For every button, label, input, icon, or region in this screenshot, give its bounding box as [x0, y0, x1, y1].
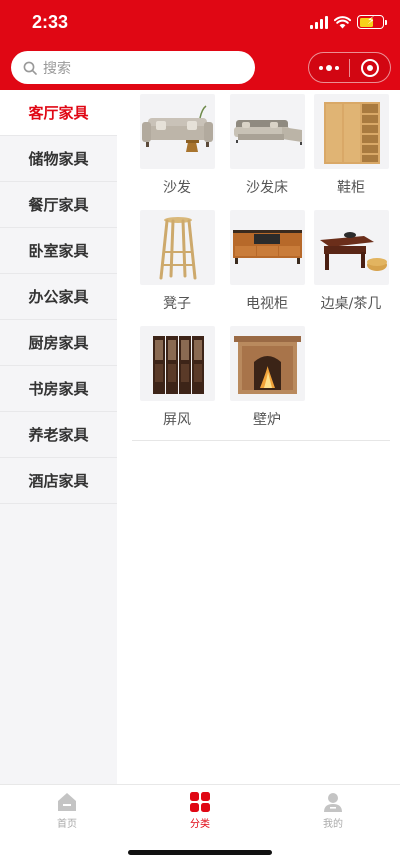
stool-image — [139, 210, 215, 285]
category-sidebar: 客厅家具 储物家具 餐厅家具 卧室家具 办公家具 厨房家具 书房家具 养老家具 … — [0, 90, 117, 784]
product-item-tv-cabinet[interactable]: 电视柜 — [222, 210, 312, 326]
product-item-sofa-bed[interactable]: 沙发床 — [222, 94, 312, 210]
tab-label: 首页 — [57, 819, 77, 830]
product-item-folding-screen[interactable]: 屏风 — [132, 326, 222, 442]
product-item-side-table[interactable]: 边桌/茶几 — [312, 210, 390, 326]
side-table-image — [313, 210, 389, 285]
sofa-bed-image — [229, 94, 305, 169]
product-item-sofa[interactable]: 沙发 — [132, 94, 222, 210]
tab-bar: 首页 分类 我的 — [0, 784, 400, 857]
sidebar-item-hotel[interactable]: 酒店家具 — [0, 458, 117, 504]
product-label: 沙发床 — [246, 180, 288, 196]
tab-category[interactable]: 分类 — [170, 791, 230, 830]
signal-icon — [310, 15, 328, 29]
category-icon — [190, 792, 210, 812]
target-icon — [360, 58, 379, 77]
product-label: 壁炉 — [253, 412, 281, 428]
sidebar-item-office[interactable]: 办公家具 — [0, 274, 117, 320]
sidebar-item-dining[interactable]: 餐厅家具 — [0, 182, 117, 228]
header: 2:33 ⚡ 搜索 — [0, 0, 400, 90]
product-label: 边桌/茶几 — [320, 296, 382, 312]
more-button[interactable] — [309, 53, 349, 82]
product-item-fireplace[interactable]: 壁炉 — [222, 326, 312, 442]
wifi-icon — [334, 15, 351, 28]
sidebar-item-living-room[interactable]: 客厅家具 — [0, 90, 117, 136]
miniprogram-capsule — [308, 52, 391, 83]
product-label: 沙发 — [163, 180, 191, 196]
sidebar-item-elderly[interactable]: 养老家具 — [0, 412, 117, 458]
search-bar[interactable]: 搜索 — [11, 51, 255, 84]
folding-screen-image — [139, 326, 215, 401]
tab-label: 分类 — [190, 819, 210, 830]
more-dots-icon — [319, 64, 339, 71]
tab-label: 我的 — [323, 819, 343, 830]
product-label: 凳子 — [163, 296, 191, 312]
home-indicator — [128, 850, 272, 855]
battery-icon: ⚡ — [357, 14, 387, 29]
fireplace-image — [229, 326, 305, 401]
sidebar-item-storage[interactable]: 储物家具 — [0, 136, 117, 182]
product-item-shoe-cabinet[interactable]: 鞋柜 — [312, 94, 390, 210]
sidebar-item-study[interactable]: 书房家具 — [0, 366, 117, 412]
shoe-cabinet-image — [313, 94, 389, 169]
home-icon — [58, 793, 76, 811]
divider — [132, 440, 390, 441]
product-grid: 沙发 沙发床 鞋柜 凳子 电视柜 边桌/茶几 屏风 壁炉 — [132, 94, 390, 442]
search-placeholder: 搜索 — [43, 60, 71, 77]
sofa-image — [139, 94, 215, 169]
sidebar-item-kitchen[interactable]: 厨房家具 — [0, 320, 117, 366]
status-time: 2:33 — [32, 12, 69, 32]
product-label: 鞋柜 — [337, 180, 365, 196]
status-icons: ⚡ — [310, 14, 387, 29]
product-label: 电视柜 — [246, 296, 288, 312]
user-icon — [324, 793, 342, 812]
product-item-stool[interactable]: 凳子 — [132, 210, 222, 326]
tab-mine[interactable]: 我的 — [303, 791, 363, 830]
tab-home[interactable]: 首页 — [37, 791, 97, 830]
close-miniprogram-button[interactable] — [350, 53, 390, 82]
search-icon — [23, 61, 37, 75]
product-grid-area: 沙发 沙发床 鞋柜 凳子 电视柜 边桌/茶几 屏风 壁炉 — [117, 90, 400, 784]
tv-cabinet-image — [229, 210, 305, 285]
product-label: 屏风 — [163, 412, 191, 428]
sidebar-item-bedroom[interactable]: 卧室家具 — [0, 228, 117, 274]
